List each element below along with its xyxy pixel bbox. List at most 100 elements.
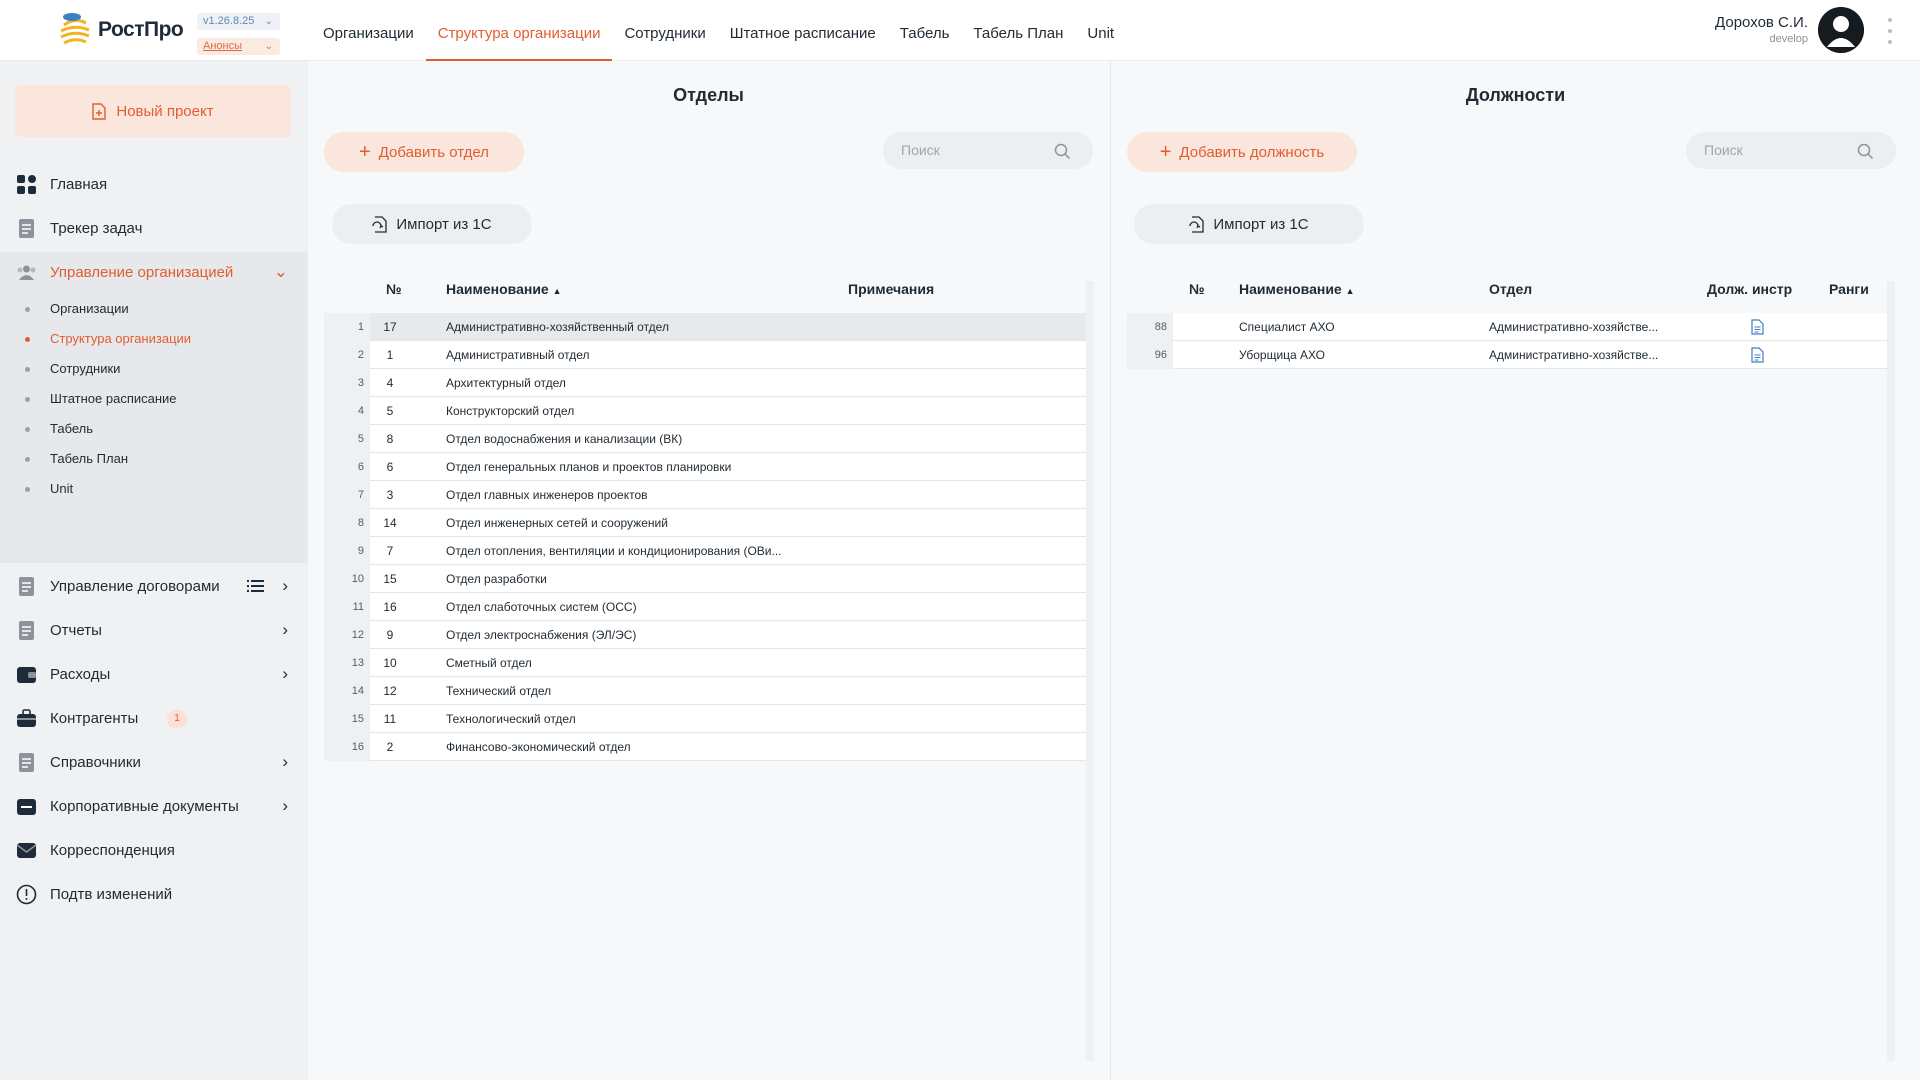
row-name: Сметный отдел [446,656,532,670]
column-header-instr[interactable]: Долж. инстр [1707,281,1792,297]
row-number: 5 [386,404,394,418]
topnav-organizations[interactable]: Организации [311,0,426,61]
table-row[interactable]: 15 11 Технологический отдел [324,705,1086,733]
sidebar-item-corporate-docs[interactable]: Корпоративные документы › [0,786,308,826]
column-header-num[interactable]: № [1189,281,1205,297]
row-index: 11 [324,593,370,621]
positions-scrollbar[interactable] [1887,281,1895,1061]
sidebar-item-reports[interactable]: Отчеты › [0,610,308,650]
departments-import-1c-button[interactable]: Импорт из 1С [332,204,532,244]
table-row[interactable]: 3 4 Архитектурный отдел [324,369,1086,397]
sidebar-item-counterparties[interactable]: Контрагенты 1 [0,698,308,738]
sidebar-item-expenses[interactable]: Расходы › [0,654,308,694]
search-placeholder: Поиск [901,142,940,158]
row-number: 6 [386,460,394,474]
sidebar-item-contracts[interactable]: Управление договорами › [0,566,308,606]
table-row[interactable]: 7 3 Отдел главных инженеров проектов [324,481,1086,509]
column-header-dept[interactable]: Отдел [1489,281,1532,297]
table-row[interactable]: 11 16 Отдел слаботочных систем (ОСС) [324,593,1086,621]
sidebar-item-label: Справочники [50,753,141,771]
departments-search-input[interactable]: Поиск [883,132,1093,169]
plus-icon: + [1159,141,1172,163]
sidebar-item-change-approval[interactable]: Подтв изменений [0,874,308,914]
add-position-button[interactable]: + Добавить должность [1127,132,1357,172]
version-select[interactable]: v1.26.8.25 ⌄ [197,13,280,30]
row-number: 3 [386,488,394,502]
table-row[interactable]: 5 8 Отдел водоснабжения и канализации (ВК) [324,425,1086,453]
user-avatar-icon [1818,7,1864,53]
table-row[interactable]: 14 12 Технический отдел [324,677,1086,705]
submenu-item-org-structure[interactable]: Структура организации [50,331,191,346]
submenu-item-unit[interactable]: Unit [50,481,73,496]
new-project-button[interactable]: Новый проект [15,85,291,137]
import-icon [372,215,388,233]
sidebar-item-home[interactable]: Главная [0,164,308,204]
search-icon[interactable] [1857,143,1874,160]
table-row[interactable]: 96 Уборщица АХО Административно-хозяйстве.… [1127,341,1887,369]
rostpro-logo-icon[interactable] [58,11,92,47]
positions-import-1c-button[interactable]: Импорт из 1С [1134,204,1364,244]
document-icon[interactable] [1751,347,1764,363]
topnav-timesheet-plan[interactable]: Табель План [961,0,1075,61]
positions-title: Должности [1465,85,1566,105]
table-row[interactable]: 13 10 Сметный отдел [324,649,1086,677]
topnav-org-structure[interactable]: Структура организации [425,0,613,61]
submenu-item-employees[interactable]: Сотрудники [50,361,120,376]
sidebar-item-label: Отчеты [50,621,102,639]
more-menu-icon[interactable] [1886,18,1894,44]
avatar[interactable] [1818,7,1864,53]
submenu-item-staff-schedule[interactable]: Штатное расписание [50,391,177,406]
table-row[interactable]: 2 1 Административный отдел [324,341,1086,369]
row-number: 15 [383,572,397,586]
topnav-unit[interactable]: Unit [1075,0,1126,61]
contract-icon [19,577,34,596]
bullet-icon [25,457,30,462]
document-icon[interactable] [1751,319,1764,335]
column-header-num[interactable]: № [386,281,402,297]
chevron-right-icon: › [282,664,288,683]
column-header-name[interactable]: Наименование ▲ [446,281,562,297]
table-row[interactable]: 16 2 Финансово-экономический отдел [324,733,1086,761]
departments-table: № Наименование ▲ Примечания 1 17 Администр… [324,281,1086,761]
import-label: Импорт из 1С [1213,215,1309,233]
wallet-icon [17,667,36,683]
sidebar-item-references[interactable]: Справочники › [0,742,308,782]
announcements-select[interactable]: Анонсы ⌄ [197,38,280,55]
column-header-notes[interactable]: Примечания [848,281,934,297]
sidebar-item-task-tracker[interactable]: Трекер задач [0,208,308,248]
submenu-item-organizations[interactable]: Организации [50,301,129,316]
user-name[interactable]: Дорохов С.И. [1715,14,1808,31]
departments-panel: Отделы + Добавить отдел Поиск Импорт из … [308,61,1109,1080]
column-header-name[interactable]: Наименование ▲ [1239,281,1355,297]
topnav-employees[interactable]: Сотрудники [612,0,717,61]
row-name: Архитектурный отдел [446,376,566,390]
submenu-item-timesheet-plan[interactable]: Табель План [50,451,128,466]
brand-name[interactable]: РостПро [98,18,184,42]
row-index: 9 [324,537,370,565]
book-icon [19,753,34,772]
search-icon[interactable] [1054,143,1071,160]
topnav-timesheet[interactable]: Табель [888,0,962,61]
add-department-button[interactable]: + Добавить отдел [324,132,524,172]
table-row[interactable]: 8 14 Отдел инженерных сетей и сооружений [324,509,1086,537]
positions-search-input[interactable]: Поиск [1686,132,1896,169]
add-department-label: Добавить отдел [378,143,489,161]
sidebar-item-correspondence[interactable]: Корреспонденция [0,830,308,870]
sidebar: Новый проект Главная Трекер задач Управл… [0,61,308,1080]
column-header-ranks[interactable]: Ранги [1829,281,1869,297]
row-index: 4 [324,397,370,425]
search-placeholder: Поиск [1704,142,1743,158]
table-row[interactable]: 4 5 Конструкторский отдел [324,397,1086,425]
row-number: 14 [383,516,397,530]
import-label: Импорт из 1С [396,215,492,233]
list-icon[interactable] [247,579,264,593]
table-row[interactable]: 1 17 Административно-хозяйственный отдел [324,313,1086,341]
table-row[interactable]: 12 9 Отдел электроснабжения (ЭЛ/ЭС) [324,621,1086,649]
submenu-item-timesheet[interactable]: Табель [50,421,93,436]
table-row[interactable]: 9 7 Отдел отопления, вентиляции и кондицио… [324,537,1086,565]
topnav-staff-schedule[interactable]: Штатное расписание [718,0,888,61]
departments-scrollbar[interactable] [1086,281,1094,1061]
table-row[interactable]: 6 6 Отдел генеральных планов и проектов пл… [324,453,1086,481]
table-row[interactable]: 10 15 Отдел разработки [324,565,1086,593]
table-row[interactable]: 88 Специалист АХО Административно-хозяйств… [1127,313,1887,341]
